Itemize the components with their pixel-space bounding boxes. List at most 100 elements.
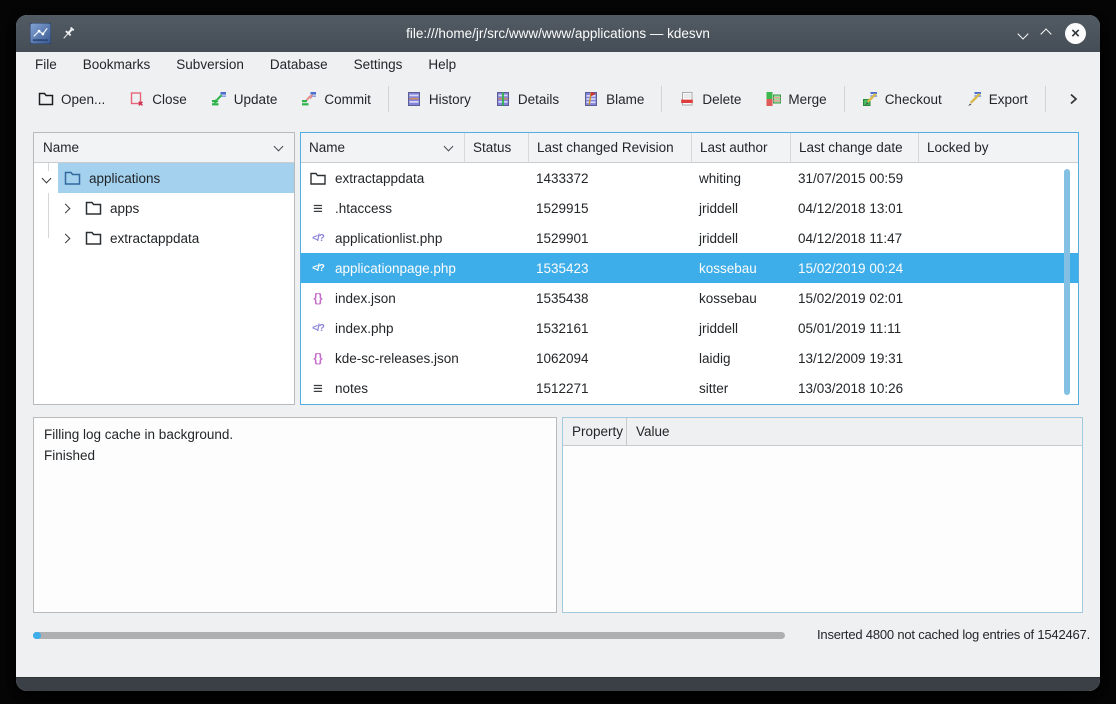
export-icon [966, 91, 982, 107]
column-header-label: Value [636, 424, 670, 439]
file-author: sitter [692, 373, 791, 403]
toolbar-button-open[interactable]: Open... [26, 84, 117, 114]
file-list-scrollbar[interactable] [1064, 169, 1070, 395]
tree-item-extractappdata[interactable]: extractappdata [34, 223, 294, 253]
file-row-htaccess[interactable]: .htaccess 1529915 jriddell 04/12/2018 13… [301, 193, 1078, 223]
toolbar-button-checkout[interactable]: Checkout [850, 84, 954, 114]
toolbar-label: Update [234, 92, 278, 107]
progress-bar [33, 632, 785, 639]
pin-icon[interactable] [61, 26, 76, 42]
tree-body: applications apps extractappdata [34, 163, 294, 404]
file-row-applicationpage-selected[interactable]: applicationpage.php 1535423 kossebau 15/… [301, 253, 1078, 283]
column-header-name[interactable]: Name [301, 133, 465, 163]
column-header-label: Property [572, 424, 623, 439]
merge-icon [765, 91, 781, 107]
toolbar-button-details[interactable]: Details [483, 84, 571, 114]
toolbar-button-update[interactable]: Update [199, 84, 290, 114]
titlebar[interactable]: file:///home/jr/src/www/www/applications… [16, 15, 1100, 52]
file-row-kdescreleases[interactable]: kde-sc-releases.json 1062094 laidig 13/1… [301, 343, 1078, 373]
file-row-applicationlist[interactable]: applicationlist.php 1529901 jriddell 04/… [301, 223, 1078, 253]
chevron-right-icon [1065, 91, 1081, 107]
progress-bar-fill [33, 632, 41, 639]
file-row-indexphp[interactable]: index.php 1532161 jriddell 05/01/2019 11… [301, 313, 1078, 343]
toolbar-button-delete[interactable]: Delete [667, 84, 753, 114]
toolbar-overflow-button[interactable] [1056, 84, 1090, 114]
column-header-locked-by[interactable]: Locked by [919, 133, 1078, 163]
json-file-icon [309, 290, 327, 306]
kdesvn-window: file:///home/jr/src/www/www/applications… [16, 15, 1100, 691]
menu-settings[interactable]: Settings [341, 52, 416, 78]
toolbar-separator [388, 86, 389, 112]
blame-icon [583, 91, 599, 107]
file-revision: 1532161 [529, 313, 692, 343]
column-header-label: Name [309, 140, 345, 155]
tree-header[interactable]: Name [34, 133, 294, 163]
column-header-status[interactable]: Status [465, 133, 529, 163]
file-date: 04/12/2018 13:01 [791, 193, 919, 223]
toolbar-label: Open... [61, 92, 105, 107]
file-author: kossebau [692, 253, 791, 283]
file-row-indexjson[interactable]: index.json 1535438 kossebau 15/02/2019 0… [301, 283, 1078, 313]
menu-database[interactable]: Database [257, 52, 341, 78]
close-button[interactable]: × [1065, 23, 1086, 44]
maximize-button[interactable] [1042, 25, 1050, 43]
expander-chevron-down-icon[interactable] [42, 173, 52, 183]
folder-icon [85, 201, 102, 215]
menu-help[interactable]: Help [415, 52, 469, 78]
toolbar-button-blame[interactable]: Blame [571, 84, 656, 114]
php-file-icon [309, 260, 327, 276]
file-revision: 1433372 [529, 163, 692, 193]
file-row-extractappdata[interactable]: extractappdata 1433372 whiting 31/07/201… [301, 163, 1078, 193]
minimize-button[interactable] [1019, 25, 1027, 43]
file-locked-by [919, 223, 1078, 253]
column-header-value[interactable]: Value [627, 418, 670, 445]
menu-subversion[interactable]: Subversion [163, 52, 257, 78]
file-row-notes[interactable]: notes 1512271 sitter 13/03/2018 10:26 [301, 373, 1078, 403]
menu-file[interactable]: File [22, 52, 70, 78]
file-revision: 1535423 [529, 253, 692, 283]
toolbar-label: Commit [324, 92, 371, 107]
expander-chevron-right-icon[interactable] [61, 233, 71, 243]
column-header-property[interactable]: Property [563, 418, 627, 445]
column-header-author[interactable]: Last author [692, 133, 791, 163]
file-name: notes [335, 381, 368, 396]
tree-item-apps[interactable]: apps [34, 193, 294, 223]
column-header-label: Last change date [799, 140, 903, 155]
toolbar-separator [844, 86, 845, 112]
file-status [465, 313, 529, 343]
tree-header-label: Name [34, 140, 79, 155]
toolbar: Open... Close Update Commit History Deta… [16, 78, 1100, 120]
file-date: 05/01/2019 11:11 [791, 313, 919, 343]
toolbar-button-close[interactable]: Close [117, 84, 199, 114]
menu-bookmarks[interactable]: Bookmarks [70, 52, 164, 78]
open-folder-icon [38, 91, 54, 107]
toolbar-button-commit[interactable]: Commit [289, 84, 383, 114]
expander-chevron-right-icon[interactable] [61, 203, 71, 213]
file-revision: 1529915 [529, 193, 692, 223]
window-title: file:///home/jr/src/www/www/applications… [136, 26, 980, 41]
log-output-panel[interactable]: Filling log cache in background. Finishe… [33, 417, 557, 613]
file-revision: 1535438 [529, 283, 692, 313]
column-header-date[interactable]: Last change date [791, 133, 919, 163]
php-file-icon [309, 230, 327, 246]
toolbar-button-export[interactable]: Export [954, 84, 1040, 114]
tree-item-label: apps [110, 201, 139, 216]
file-status [465, 283, 529, 313]
tree-item-content: extractappdata [79, 223, 294, 253]
column-header-revision[interactable]: Last changed Revision [529, 133, 692, 163]
sort-chevron-icon [444, 141, 454, 151]
tree-item-applications[interactable]: applications [34, 163, 294, 193]
toolbar-button-merge[interactable]: Merge [753, 84, 838, 114]
file-author: laidig [692, 343, 791, 373]
file-date: 31/07/2015 00:59 [791, 163, 919, 193]
file-status [465, 163, 529, 193]
column-header-label: Last author [700, 140, 768, 155]
toolbar-button-history[interactable]: History [394, 84, 483, 114]
folder-icon [309, 170, 327, 186]
file-revision: 1512271 [529, 373, 692, 403]
toolbar-separator [661, 86, 662, 112]
file-author: jriddell [692, 313, 791, 343]
file-name: applicationpage.php [335, 261, 456, 276]
toolbar-label: Blame [606, 92, 644, 107]
json-file-icon [309, 350, 327, 366]
